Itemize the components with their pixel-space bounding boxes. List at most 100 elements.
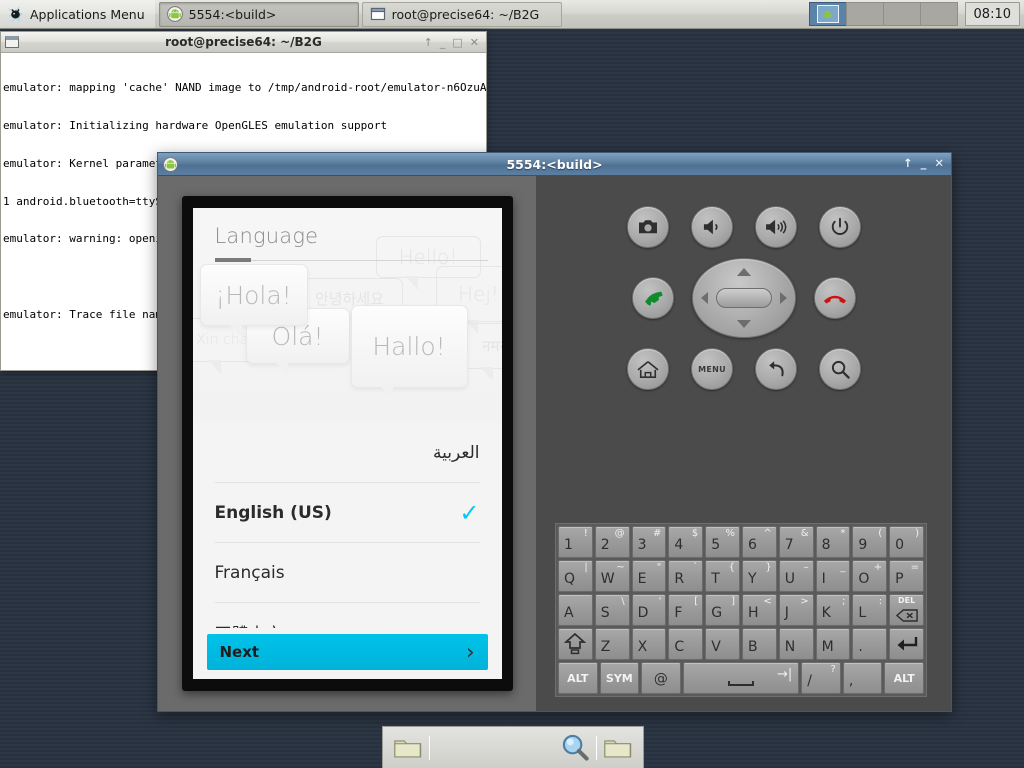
volume-down-button[interactable]	[691, 206, 733, 248]
key-7[interactable]: 7 &	[778, 526, 814, 558]
key-o[interactable]: O +	[852, 560, 888, 592]
key-l[interactable]: L:	[852, 594, 888, 626]
key-s[interactable]: S \	[594, 594, 630, 626]
end-call-button[interactable]	[814, 277, 856, 319]
key-w[interactable]: W ~	[594, 560, 630, 592]
key-shift[interactable]	[558, 628, 593, 660]
key-sym[interactable]: SYM	[599, 662, 640, 694]
applications-menu-label: Applications Menu	[30, 6, 145, 22]
maximize-button[interactable]: □	[452, 37, 462, 48]
key-9[interactable]: 9(	[852, 526, 888, 558]
key-n[interactable]: N	[778, 628, 814, 660]
file-manager-launcher[interactable]	[389, 731, 427, 765]
key-4[interactable]: 4 $	[668, 526, 704, 558]
key-alt-left[interactable]: ALT	[558, 662, 598, 694]
home-button[interactable]	[627, 348, 669, 390]
key-d[interactable]: D '	[631, 594, 667, 626]
key-at[interactable]: @	[641, 662, 681, 694]
key-slash[interactable]: /?	[801, 662, 841, 694]
search-button[interactable]	[819, 348, 861, 390]
key-b[interactable]: B	[741, 628, 777, 660]
key-1[interactable]: 1!	[558, 526, 593, 558]
key-5[interactable]: 5%	[705, 526, 740, 558]
key-period[interactable]: .	[852, 628, 888, 660]
key-0[interactable]: 0)	[889, 526, 924, 558]
key-comma[interactable]: ,	[842, 662, 883, 694]
workspace-1[interactable]	[808, 2, 847, 26]
shade-button[interactable]: ↑	[424, 37, 433, 48]
key-2[interactable]: 2 @	[594, 526, 630, 558]
task-button-emulator[interactable]: 5554:<build>	[158, 1, 359, 27]
key-h[interactable]: H <	[741, 594, 777, 626]
volume-up-button[interactable]	[755, 206, 797, 248]
key-e[interactable]: E "	[631, 560, 667, 592]
key-f[interactable]: F[	[668, 594, 704, 626]
key-p[interactable]: P =	[889, 560, 924, 592]
language-option-arabic[interactable]: العربية	[214, 423, 480, 483]
minimize-button[interactable]: _	[440, 37, 446, 48]
backspace-icon	[895, 609, 918, 622]
key-g[interactable]: G]	[705, 594, 740, 626]
next-button[interactable]: Next ›	[206, 634, 488, 670]
key-c[interactable]: C	[668, 628, 704, 660]
close-button[interactable]: ✕	[934, 158, 944, 170]
key-z[interactable]: Z	[594, 628, 630, 660]
language-label: العربية	[433, 442, 480, 463]
key-u[interactable]: U –	[778, 560, 814, 592]
key-6[interactable]: 6 ^	[741, 526, 777, 558]
key-delete[interactable]: DEL	[889, 594, 924, 626]
key-k[interactable]: K;	[815, 594, 851, 626]
home-folder-launcher[interactable]	[599, 731, 637, 765]
language-option-english-us[interactable]: English (US) ✓	[214, 483, 480, 543]
key-alt-right[interactable]: ALT	[884, 662, 924, 694]
dpad-center-button[interactable]	[716, 288, 772, 308]
key-a[interactable]: A	[558, 594, 593, 626]
dpad-left-icon[interactable]	[701, 292, 708, 304]
dpad-up-icon[interactable]	[737, 268, 751, 276]
dpad-down-icon[interactable]	[737, 320, 751, 328]
key-t[interactable]: T{	[705, 560, 740, 592]
task-button-terminal[interactable]: root@precise64: ~/B2G	[361, 1, 562, 27]
clock[interactable]: 08:10	[964, 2, 1020, 26]
workspace-switcher[interactable]	[807, 0, 959, 28]
key-v[interactable]: V	[705, 628, 740, 660]
key-space[interactable]: →|	[682, 662, 800, 694]
close-button[interactable]: ✕	[470, 37, 479, 48]
application-finder-launcher[interactable]	[556, 731, 594, 765]
language-option-chinese[interactable]: 正體中文	[215, 603, 480, 628]
menu-button[interactable]: MENU	[691, 348, 733, 390]
phone-screen[interactable]: Language Hello! Hej! 안녕하세요 नम Xin chào ¡…	[192, 208, 502, 679]
workspace-3[interactable]	[882, 2, 921, 26]
speech-bubble-hola: ¡Hola!	[199, 264, 308, 338]
emulator-window[interactable]: 5554:<build> ↑ _ ✕ Language Hello! Hej! …	[157, 152, 952, 712]
emulator-keyboard[interactable]: 1! 2 @ 3 # 4 $ 5% 6 ^ 7 & 8 * 9( 0) Q | W ~	[555, 523, 927, 697]
key-j[interactable]: J >	[778, 594, 814, 626]
back-button[interactable]	[755, 348, 797, 390]
workspace-2[interactable]	[845, 2, 884, 26]
language-option-francais[interactable]: Français	[214, 543, 480, 603]
key-y[interactable]: Y}	[741, 560, 777, 592]
shade-button[interactable]: ↑	[903, 158, 913, 170]
terminal-titlebar[interactable]: root@precise64: ~/B2G ↑ _ □ ✕	[1, 32, 486, 53]
applications-menu-button[interactable]: Applications Menu	[0, 0, 155, 28]
key-i[interactable]: I _	[815, 560, 851, 592]
key-r[interactable]: R `	[668, 560, 704, 592]
language-list[interactable]: العربية English (US) ✓ Français 正體中文	[192, 423, 502, 628]
dpad-right-icon[interactable]	[780, 292, 787, 304]
workspace-window-thumb	[816, 5, 839, 23]
dpad[interactable]	[692, 258, 796, 338]
emulator-titlebar[interactable]: 5554:<build> ↑ _ ✕	[158, 153, 951, 176]
task-button-label: root@precise64: ~/B2G	[391, 6, 540, 22]
camera-button[interactable]	[627, 206, 669, 248]
key-enter[interactable]	[889, 628, 924, 660]
call-button[interactable]	[632, 277, 674, 319]
key-x[interactable]: X	[631, 628, 667, 660]
power-button[interactable]	[819, 206, 861, 248]
enter-icon	[897, 637, 917, 651]
workspace-4[interactable]	[919, 2, 958, 26]
key-8[interactable]: 8 *	[815, 526, 851, 558]
key-m[interactable]: M	[815, 628, 851, 660]
key-q[interactable]: Q |	[558, 560, 593, 592]
minimize-button[interactable]: _	[921, 158, 927, 170]
key-3[interactable]: 3 #	[631, 526, 667, 558]
